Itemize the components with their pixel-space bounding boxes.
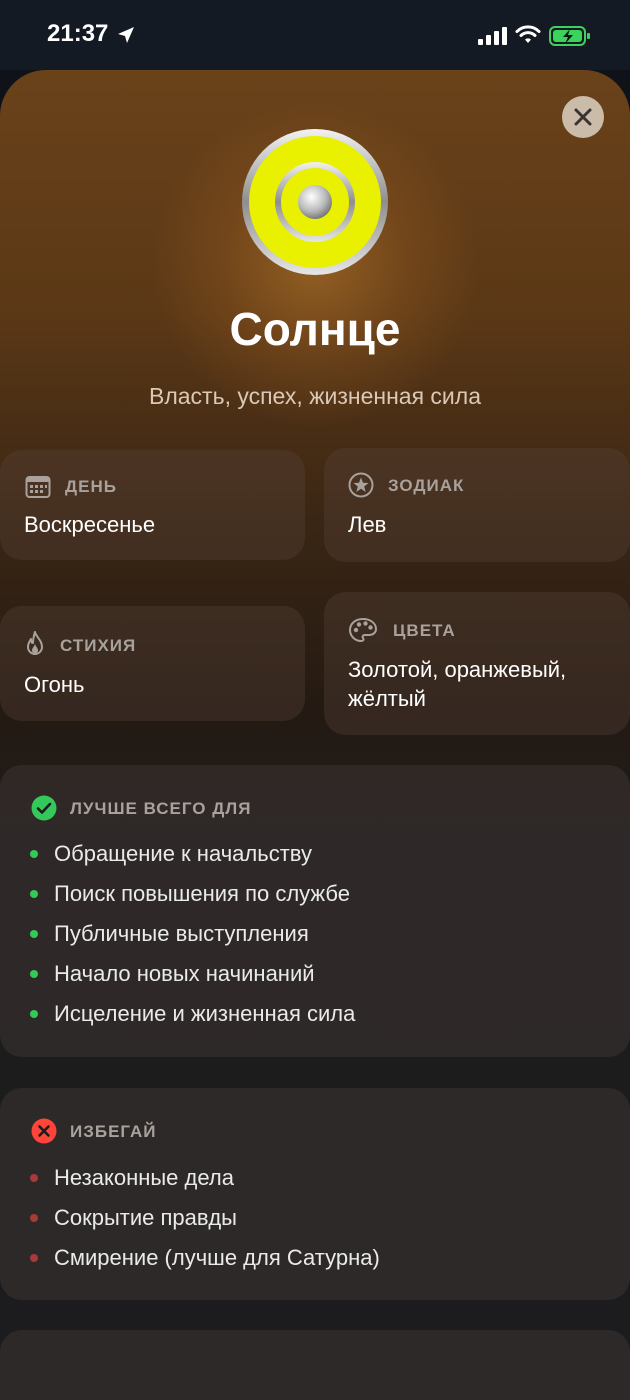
list-item: Сокрытие правды [28, 1198, 380, 1238]
flame-icon [27, 631, 43, 655]
day-card: ДЕНЬ Воскресенье [0, 450, 305, 560]
battery-charging-icon [549, 26, 590, 46]
list-item: Поиск повышения по службе [28, 874, 355, 914]
cellular-signal-icon [478, 27, 507, 45]
sun-planet-icon [242, 129, 388, 275]
red-bullet [30, 1254, 38, 1262]
list-item: Начало новых начинаний [28, 954, 355, 994]
list-item: Исцеление и жизненная сила [28, 994, 355, 1034]
colors-value: Золотой, оранжевый, жёлтый [348, 657, 567, 711]
zodiac-card: ЗОДИАК Лев [324, 448, 630, 562]
status-time: 21:37 [47, 20, 109, 47]
close-button[interactable] [562, 96, 604, 138]
close-icon [574, 108, 592, 126]
location-arrow-icon [118, 27, 134, 43]
element-value: Огонь [24, 672, 85, 697]
green-bullet [30, 890, 38, 898]
avoid-label: ИЗБЕГАЙ [70, 1122, 157, 1141]
star-circle-icon [348, 472, 374, 498]
best-for-card: ЛУЧШЕ ВСЕГО ДЛЯ Обращение к начальству П… [0, 765, 630, 1057]
element-card: СТИХИЯ Огонь [0, 606, 305, 721]
list-item: Смирение (лучше для Сатурна) [28, 1238, 380, 1278]
green-bullet [30, 1010, 38, 1018]
x-circle-icon [31, 1118, 57, 1144]
wifi-icon [515, 25, 541, 43]
best-for-list: Обращение к начальству Поиск повышения п… [28, 834, 355, 1034]
green-bullet [30, 970, 38, 978]
next-section-card [0, 1330, 630, 1400]
colors-card: ЦВЕТА Золотой, оранжевый, жёлтый [324, 592, 630, 735]
status-bar: 21:37 [0, 0, 630, 70]
checkmark-circle-icon [31, 795, 57, 821]
day-value: Воскресенье [24, 512, 156, 537]
list-item: Незаконные дела [28, 1158, 380, 1198]
zodiac-value: Лев [348, 512, 387, 537]
red-bullet [30, 1174, 38, 1182]
palette-icon [348, 617, 378, 643]
planet-title: Солнце [229, 303, 401, 355]
day-label: ДЕНЬ [65, 477, 117, 496]
planet-subtitle: Власть, успех, жизненная сила [149, 383, 481, 409]
element-label: СТИХИЯ [60, 636, 137, 655]
list-item: Публичные выступления [28, 914, 355, 954]
best-for-label: ЛУЧШЕ ВСЕГО ДЛЯ [70, 799, 252, 818]
green-bullet [30, 930, 38, 938]
avoid-list: Незаконные дела Сокрытие правды Смирение… [28, 1158, 380, 1278]
planet-detail-sheet: Солнце Власть, успех, жизненная сила ДЕН… [0, 70, 630, 1400]
green-bullet [30, 850, 38, 858]
red-bullet [30, 1214, 38, 1222]
avoid-card: ИЗБЕГАЙ Незаконные дела Сокрытие правды … [0, 1088, 630, 1300]
list-item: Обращение к начальству [28, 834, 355, 874]
colors-label: ЦВЕТА [393, 621, 456, 640]
zodiac-label: ЗОДИАК [388, 476, 465, 495]
calendar-icon [25, 476, 51, 498]
